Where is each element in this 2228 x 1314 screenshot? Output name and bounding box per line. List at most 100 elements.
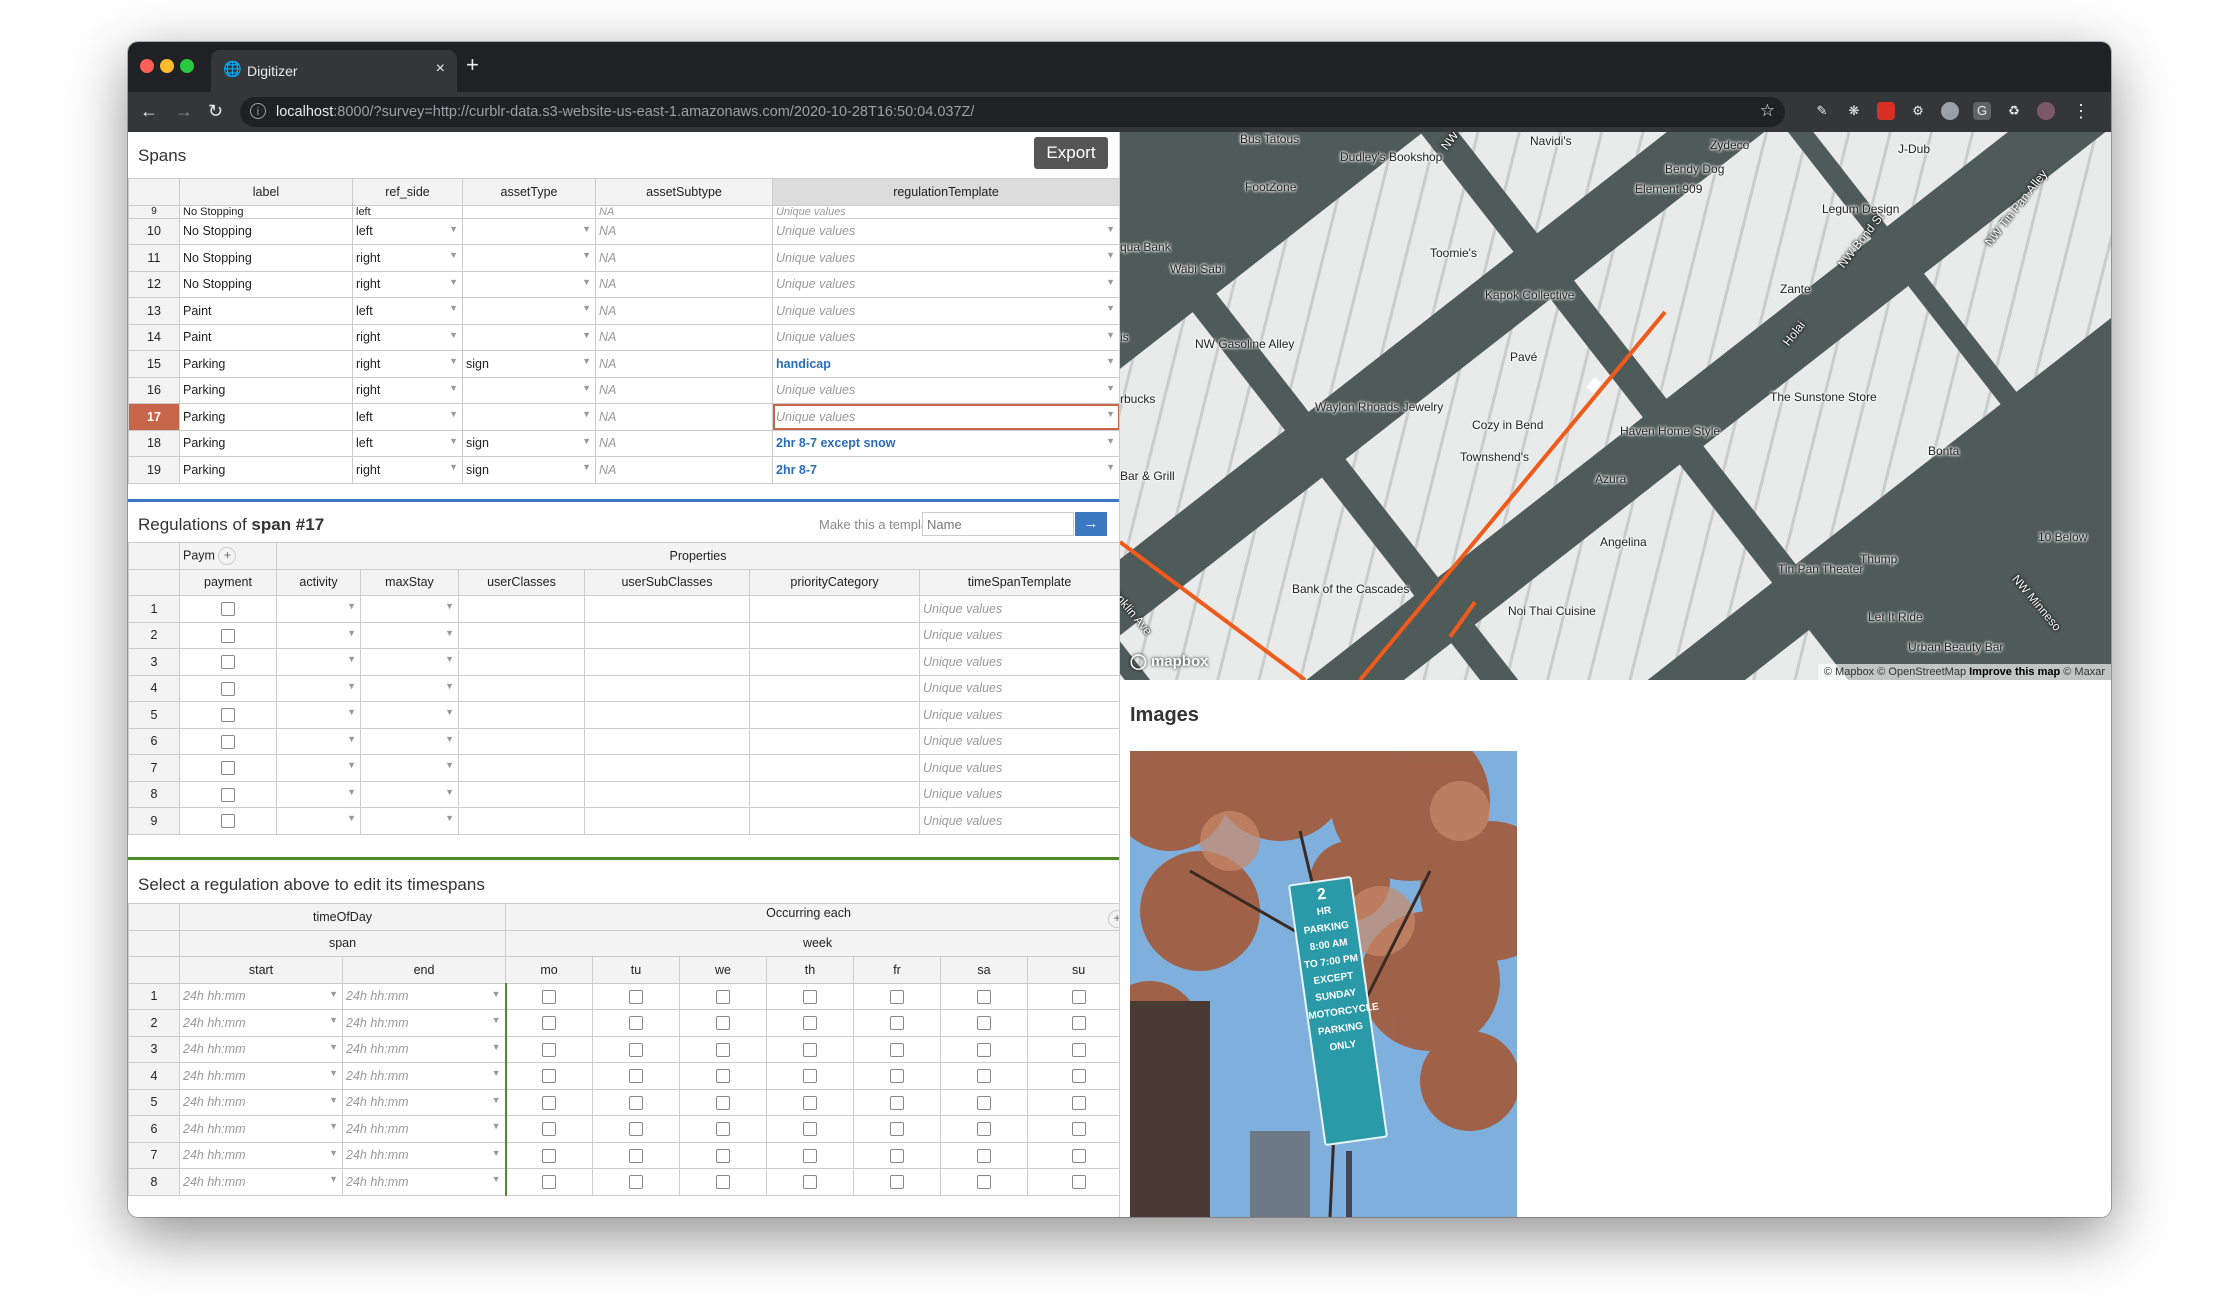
cell-fr[interactable] [853, 1168, 942, 1196]
cell-end[interactable]: 24h hh:mm ▼ [341, 1115, 507, 1143]
dropdown-arrow-icon[interactable]: ▼ [449, 436, 458, 446]
cell-user-classes[interactable] [458, 595, 585, 623]
table-row[interactable]: 5 24h hh:mm ▼ 24h hh:mm ▼ [128, 1088, 1119, 1116]
dropdown-arrow-icon[interactable]: ▼ [449, 224, 458, 234]
row-number[interactable]: 9 [128, 807, 180, 835]
cell-th[interactable] [766, 1168, 855, 1196]
dropdown-arrow-icon[interactable]: ▼ [445, 601, 454, 611]
cell-mo[interactable] [505, 1168, 594, 1196]
row-number[interactable]: 3 [128, 1035, 180, 1063]
cell-sa[interactable] [940, 1115, 1029, 1143]
row-number[interactable]: 8 [128, 780, 180, 808]
dropdown-arrow-icon[interactable]: ▼ [492, 989, 501, 999]
tu-checkbox[interactable] [629, 1175, 644, 1190]
shield-extension-icon[interactable] [1877, 102, 1895, 120]
pen-extension-icon[interactable]: ✎ [1813, 102, 1831, 120]
row-number[interactable]: 7 [128, 754, 180, 782]
dropdown-arrow-icon[interactable]: ▼ [347, 707, 356, 717]
address-bar[interactable]: i localhost:8000/?survey=http://curblr-d… [240, 97, 1785, 127]
cell-regulation-template[interactable]: Unique values ▼ [772, 270, 1119, 298]
cell-start[interactable]: 24h hh:mm ▼ [179, 1088, 343, 1116]
cell-th[interactable] [766, 1115, 855, 1143]
dropdown-arrow-icon[interactable]: ▼ [582, 224, 591, 234]
cell-th[interactable] [766, 1062, 855, 1090]
cell-time-span-template[interactable]: Unique values [918, 621, 1119, 649]
dropdown-arrow-icon[interactable]: ▼ [449, 409, 458, 419]
cell-time-span-template[interactable]: Unique values [918, 780, 1119, 808]
th-checkbox[interactable] [803, 989, 818, 1004]
dropdown-arrow-icon[interactable]: ▼ [347, 734, 356, 744]
dropdown-arrow-icon[interactable]: ▼ [347, 628, 356, 638]
dropdown-arrow-icon[interactable]: ▼ [582, 383, 591, 393]
cell-regulation-template[interactable]: Unique values ▼ [772, 217, 1119, 245]
tu-checkbox[interactable] [629, 1148, 644, 1163]
cell-max-stay[interactable]: ▼ [360, 674, 459, 702]
dropdown-arrow-icon[interactable]: ▼ [347, 813, 356, 823]
fr-checkbox[interactable] [890, 989, 905, 1004]
su-checkbox[interactable] [1071, 1148, 1086, 1163]
col-header-activity[interactable]: activity [276, 568, 361, 596]
cell-asset-type[interactable]: ▼ [462, 403, 596, 431]
cell-asset-subtype[interactable]: NA [595, 217, 773, 245]
cell-user-sub-classes[interactable] [584, 701, 750, 729]
g-extension-icon[interactable]: G [1973, 102, 1991, 120]
map-view[interactable]: Bus TatousDudley's BookshopNW Minnesota … [1120, 132, 2111, 680]
payment-checkbox[interactable] [221, 787, 235, 802]
col-header-mo[interactable]: mo [505, 956, 594, 984]
tu-checkbox[interactable] [629, 1122, 644, 1137]
cell-end[interactable]: 24h hh:mm ▼ [341, 1035, 507, 1063]
row-number[interactable]: 8 [128, 1168, 180, 1196]
su-checkbox[interactable] [1071, 989, 1086, 1004]
cell-th[interactable] [766, 1035, 855, 1063]
cell-payment[interactable] [179, 807, 277, 835]
cell-su[interactable] [1027, 982, 1119, 1010]
payment-checkbox[interactable] [221, 734, 235, 749]
mo-checkbox[interactable] [542, 1042, 557, 1057]
back-button[interactable]: ← [140, 100, 158, 122]
we-checkbox[interactable] [716, 1122, 731, 1137]
cell-th[interactable] [766, 1141, 855, 1169]
table-row[interactable]: 4 24h hh:mm ▼ 24h hh:mm ▼ [128, 1062, 1119, 1090]
row-number[interactable]: 4 [128, 674, 180, 702]
cell-label[interactable]: Paint [179, 323, 353, 351]
cell-we[interactable] [679, 1035, 768, 1063]
cell-asset-subtype[interactable]: NA [595, 297, 773, 325]
cell-mo[interactable] [505, 982, 594, 1010]
cell-asset-subtype[interactable]: NA [595, 350, 773, 378]
col-header-tu[interactable]: tu [592, 956, 681, 984]
table-row[interactable]: 16 Parking right ▼ ▼ NA Unique values ▼ [128, 376, 1119, 404]
export-button[interactable]: Export [1034, 137, 1108, 169]
tu-checkbox[interactable] [629, 1095, 644, 1110]
cell-user-classes[interactable] [458, 621, 585, 649]
col-header-su[interactable]: su [1027, 956, 1119, 984]
sa-checkbox[interactable] [977, 1095, 992, 1110]
cell-fr[interactable] [853, 1115, 942, 1143]
cell-mo[interactable] [505, 1062, 594, 1090]
dropdown-arrow-icon[interactable]: ▼ [492, 1042, 501, 1052]
cell-user-classes[interactable] [458, 701, 585, 729]
cell-time-span-template[interactable]: Unique values [918, 754, 1119, 782]
sa-checkbox[interactable] [977, 989, 992, 1004]
fr-checkbox[interactable] [890, 1069, 905, 1084]
table-row[interactable]: 15 Parking right ▼ sign ▼ NA handicap ▼ [128, 350, 1119, 378]
cell-asset-type[interactable]: sign ▼ [462, 429, 596, 457]
cell-tu[interactable] [592, 1115, 681, 1143]
cell-start[interactable]: 24h hh:mm ▼ [179, 1115, 343, 1143]
cell-we[interactable] [679, 982, 768, 1010]
payment-checkbox[interactable] [221, 814, 235, 829]
cell-label[interactable]: Parking [179, 376, 353, 404]
cell-user-classes[interactable] [458, 807, 585, 835]
col-header-fr[interactable]: fr [853, 956, 942, 984]
dropdown-arrow-icon[interactable]: ▼ [445, 654, 454, 664]
cell-regulation-template[interactable]: 2hr 8-7 ▼ [772, 456, 1119, 484]
tu-checkbox[interactable] [629, 989, 644, 1004]
cell-ref-side[interactable]: right ▼ [352, 456, 463, 484]
cell-mo[interactable] [505, 1141, 594, 1169]
dropdown-arrow-icon[interactable]: ▼ [329, 1042, 338, 1052]
dropdown-arrow-icon[interactable]: ▼ [1106, 462, 1115, 472]
sa-checkbox[interactable] [977, 1042, 992, 1057]
reload-button[interactable]: ↻ [208, 100, 223, 122]
mapbox-logo[interactable]: ◯ mapbox [1130, 652, 1208, 670]
cell-priority-category[interactable] [749, 621, 920, 649]
cell-asset-subtype[interactable]: NA [595, 323, 773, 351]
